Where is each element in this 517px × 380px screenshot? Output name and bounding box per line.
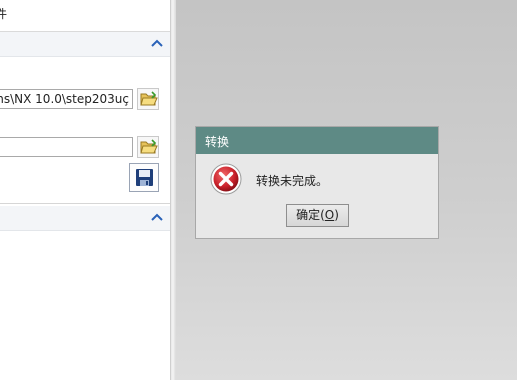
chevron-up-icon[interactable] (151, 212, 163, 222)
panel-header-text: 件 (0, 7, 8, 21)
dialog-titlebar[interactable]: 转换 (196, 127, 438, 154)
left-panel: 件 ens\NX 10.0\step203uç (0, 0, 170, 380)
panel-header: 件 (0, 0, 170, 32)
ok-button-label: 确定( (296, 208, 325, 222)
output-path-field[interactable] (0, 137, 133, 157)
ok-button-mnemonic: O (324, 208, 335, 222)
save-button[interactable] (129, 163, 159, 192)
floppy-disk-icon (136, 169, 153, 186)
browse-output-button[interactable] (137, 136, 159, 158)
browse-input-button[interactable] (137, 88, 159, 110)
input-path-field[interactable]: ens\NX 10.0\step203uç (0, 89, 133, 109)
panel-splitter[interactable] (170, 0, 176, 380)
chevron-up-icon[interactable] (151, 38, 163, 48)
input-path-value: ens\NX 10.0\step203uç (0, 92, 129, 106)
error-dialog: 转换 转换未完成。 确定(O) (195, 126, 439, 239)
section-divider (0, 203, 170, 204)
section-header-files[interactable] (0, 32, 170, 57)
dialog-message: 转换未完成。 (256, 174, 329, 188)
folder-open-icon (140, 91, 158, 106)
section-header-settings[interactable] (0, 206, 170, 231)
folder-open-icon (140, 139, 158, 154)
dialog-title: 转换 (205, 135, 230, 149)
error-icon (210, 163, 242, 195)
ok-button-label-end: ) (334, 208, 339, 222)
ok-button[interactable]: 确定(O) (286, 204, 349, 227)
